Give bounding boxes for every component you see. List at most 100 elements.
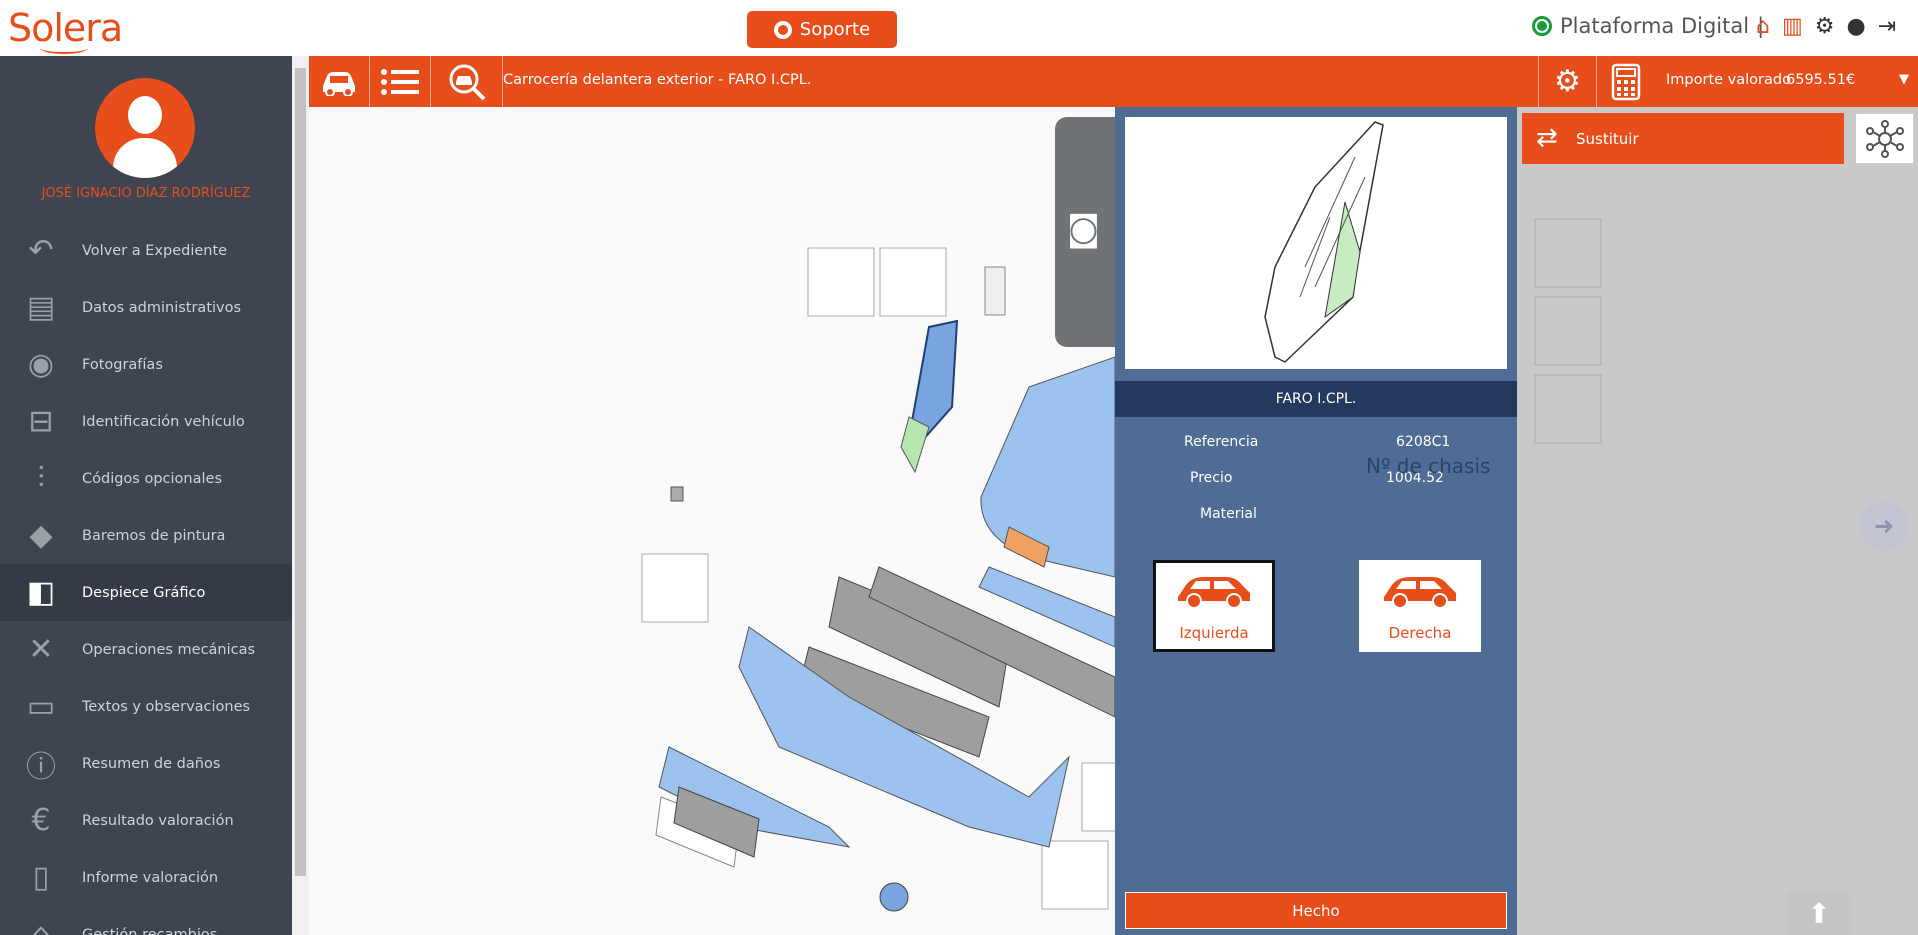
reference-value: 6208C1 — [1396, 434, 1451, 450]
scroll-top-button[interactable]: ⬆ — [1787, 891, 1851, 935]
arrow-right-icon: ➜ — [1873, 512, 1895, 540]
lifebuoy-icon — [773, 20, 792, 39]
part-module[interactable] — [984, 266, 1006, 316]
support-label: Soporte — [799, 19, 871, 40]
sidebar-item-label: Resumen de daños — [82, 755, 221, 772]
calculator-button[interactable] — [1596, 56, 1654, 107]
euro-icon: € — [31, 803, 51, 838]
sliders-icon: ⫶ — [37, 461, 45, 496]
chassis-number-label: Nº de chasis — [1366, 454, 1491, 478]
user-icon[interactable]: ● — [1847, 14, 1866, 39]
headlight-icon: ◧ — [26, 575, 56, 610]
car-icon: ⊟ — [28, 404, 54, 439]
camera-icon: ◙ — [1067, 209, 1100, 249]
replace-label: Sustituir — [1576, 129, 1639, 148]
main-toolbar: Carrocería delantera exterior - FARO I.C… — [309, 56, 1918, 107]
sidebar-item-6[interactable]: ◧ Despiece Gráfico — [0, 564, 292, 621]
support-button[interactable]: Soporte — [747, 11, 897, 48]
logout-icon[interactable]: ⇥ — [1878, 14, 1896, 39]
thumb-wiring-1[interactable] — [1081, 762, 1115, 832]
price-label: Precio — [1190, 470, 1233, 486]
sidebar-item-1[interactable]: ▤ Datos administrativos — [0, 279, 292, 336]
sidebar-item-label: Fotografías — [82, 356, 163, 373]
thumb-clips-light[interactable] — [807, 247, 875, 317]
scrollbar-thumb[interactable] — [295, 68, 306, 876]
part-clip[interactable] — [670, 486, 684, 502]
list-view-button[interactable] — [370, 56, 431, 107]
sidebar-item-label: Volver a Expediente — [82, 242, 228, 259]
part-fog-light[interactable] — [879, 882, 909, 912]
part-headlight-bracket[interactable] — [900, 416, 930, 474]
reference-label: Referencia — [1184, 434, 1259, 450]
back-arrow-icon: ↶ — [28, 233, 54, 268]
car-parts-icon: ⌂ — [31, 917, 51, 935]
car-icon — [323, 71, 355, 96]
settings-help-button[interactable]: ⚙ — [1538, 56, 1596, 107]
sidebar-item-label: Informe valoración — [82, 869, 219, 886]
list-icon — [381, 68, 419, 95]
logo-swoosh — [40, 42, 88, 54]
importe-dropdown-caret[interactable]: ▼ — [1899, 72, 1909, 87]
sidebar-item-4[interactable]: ⫶ Códigos opcionales — [0, 450, 292, 507]
top-bar: Solera Soporte Plataforma Digital | ⌂ ▥ … — [0, 0, 1918, 56]
part-preview-image — [1125, 117, 1507, 369]
part-hood[interactable] — [980, 356, 1115, 578]
replace-button[interactable]: ⇄ Sustituir — [1522, 113, 1844, 164]
network-button[interactable] — [1855, 113, 1914, 164]
sidebar-item-label: Identificación vehículo — [82, 413, 245, 430]
calculator-icon — [1611, 63, 1640, 100]
side-right-label: Derecha — [1388, 623, 1452, 642]
side-right-button[interactable]: Derecha — [1359, 560, 1481, 652]
status-online-icon — [1532, 16, 1552, 36]
sidebar-item-12[interactable]: ⌂ Gestión recambios — [0, 906, 292, 935]
books-icon[interactable]: ▥ — [1782, 14, 1803, 39]
sidebar-item-2[interactable]: ◉ Fotografías — [0, 336, 292, 393]
platform-label: Plataforma Digital — [1560, 14, 1750, 38]
importe-value: 6595.51€ — [1786, 72, 1856, 88]
sidebar-item-label: Despiece Gráfico — [82, 584, 206, 601]
importe-label: Importe valorado — [1666, 72, 1791, 88]
user-avatar[interactable] — [95, 78, 195, 178]
parts-diagram[interactable] — [309, 107, 1115, 935]
vehicle-view-button[interactable] — [309, 56, 370, 107]
camera-icon: ◉ — [27, 347, 55, 382]
car-right-icon — [1380, 571, 1460, 616]
search-car-icon — [449, 64, 485, 100]
part-name-bar: FARO I.CPL. — [1115, 381, 1517, 417]
thumb-bracket[interactable] — [879, 247, 947, 317]
sidebar-item-10[interactable]: € Resultado valoración — [0, 792, 292, 849]
next-arrow-button[interactable]: ➜ — [1859, 501, 1909, 551]
replace-icon: ⇄ — [1536, 123, 1558, 153]
sidebar-item-8[interactable]: ▭ Textos y observaciones — [0, 678, 292, 735]
search-vehicle-button[interactable] — [431, 56, 503, 107]
network-icon — [1865, 119, 1904, 158]
top-icons: ⌂ ▥ ⚙ ● ⇥ — [1756, 14, 1896, 39]
gear-icon[interactable]: ⚙ — [1815, 14, 1835, 39]
sidebar-scrollbar[interactable] — [292, 56, 309, 935]
home-icon[interactable]: ⌂ — [1756, 14, 1770, 39]
tools-icon: ✕ — [28, 632, 54, 667]
sidebar-item-5[interactable]: ◆ Baremos de pintura — [0, 507, 292, 564]
thumb-wiring-2[interactable] — [1041, 840, 1109, 910]
sidebar-item-label: Operaciones mecánicas — [82, 641, 256, 658]
gear-question-icon: ⚙ — [1554, 64, 1581, 99]
car-left-icon — [1174, 571, 1254, 616]
done-button[interactable]: Hecho — [1125, 892, 1507, 929]
sidebar-item-11[interactable]: ▯ Informe valoración — [0, 849, 292, 906]
sidebar-item-label: Datos administrativos — [82, 299, 242, 316]
breadcrumb-title: Carrocería delantera exterior - FARO I.C… — [503, 72, 812, 88]
sidebar-item-label: Códigos opcionales — [82, 470, 222, 487]
sidebar-item-7[interactable]: ✕ Operaciones mecánicas — [0, 621, 292, 678]
arrow-up-icon: ⬆ — [1807, 896, 1831, 930]
exploded-view-canvas: ◙ FARO I.CPL. Referencia 6208C1 Precio 1… — [309, 107, 1918, 935]
photo-tab[interactable]: ◙ — [1055, 117, 1115, 347]
pdf-icon: ▯ — [32, 860, 50, 895]
admin-data-icon: ▤ — [26, 290, 56, 325]
sidebar-item-label: Resultado valoración — [82, 812, 234, 829]
sidebar-item-3[interactable]: ⊟ Identificación vehículo — [0, 393, 292, 450]
thumb-clips-bumper[interactable] — [641, 553, 709, 623]
side-left-button[interactable]: Izquierda — [1153, 560, 1275, 652]
sidebar-item-0[interactable]: ↶ Volver a Expediente — [0, 222, 292, 279]
sidebar-item-9[interactable]: ⓘ Resumen de daños — [0, 735, 292, 792]
right-thumb-3 — [1534, 374, 1602, 444]
